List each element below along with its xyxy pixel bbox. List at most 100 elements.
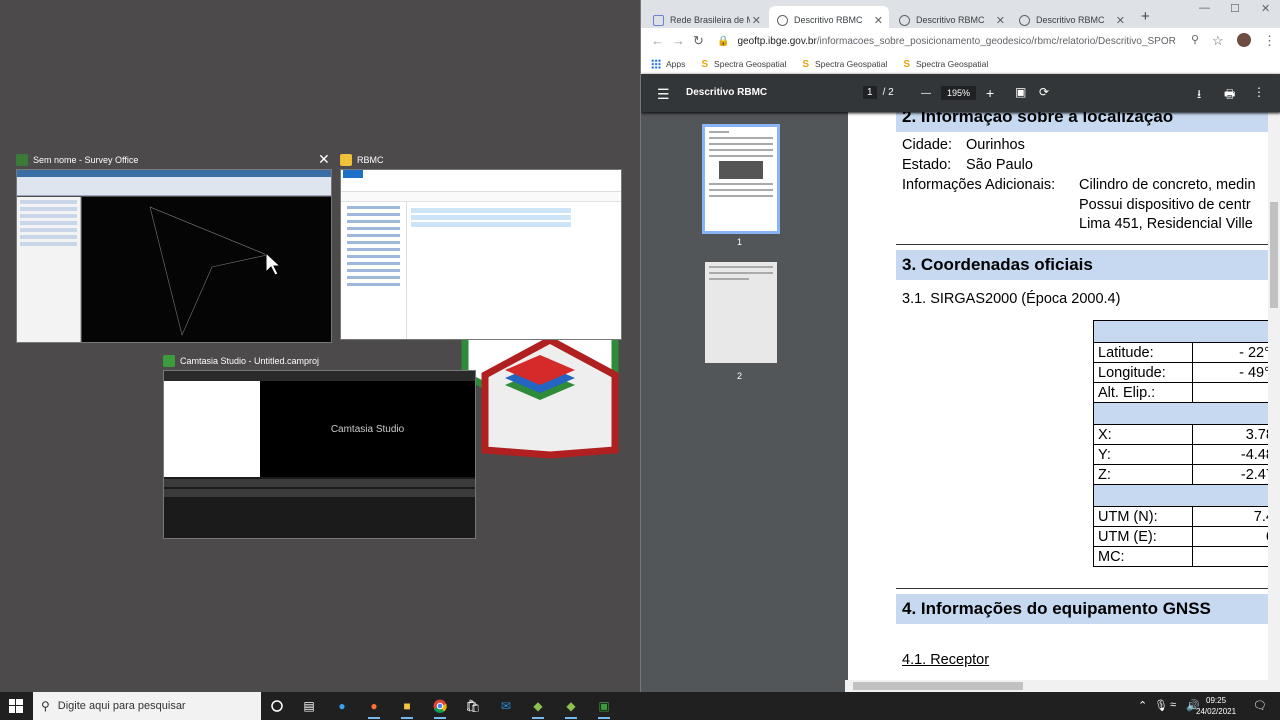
bookmarks-bar: Apps S Spectra Geospatial S Spectra Geos… (641, 54, 1280, 74)
url-host: geoftp.ibge.gov.br (737, 35, 817, 47)
pdf-toolbar: ☰ Descritivo RBMC 1 / 2 — 195% + ▣ ⟳ ⭳ 🖶… (641, 74, 1280, 112)
table-cell: -2.476 (1192, 464, 1280, 485)
forward-arrow-icon[interactable]: → (672, 33, 685, 48)
table-row: Longitude: - 49° 5 (1093, 362, 1280, 383)
window-preview (340, 169, 622, 340)
windows-start-icon[interactable] (8, 698, 24, 714)
zoom-in-icon[interactable]: + (986, 85, 994, 101)
window-title: RBMC (357, 155, 384, 165)
section-divider (896, 588, 1276, 589)
table-cell: - 49° 5 (1192, 362, 1280, 383)
apps-grid-icon (651, 59, 661, 69)
zoom-search-icon[interactable]: ⚲ (1191, 33, 1199, 46)
clock-date: 24/02/2021 (1196, 707, 1237, 716)
url-path: /informacoes_sobre_posicionamento_geodes… (816, 35, 1176, 47)
section-3-heading: 3. Coordenadas oficiais (896, 250, 1276, 280)
task-view-icon[interactable]: ▤ (301, 698, 317, 714)
table-header-row (1093, 402, 1280, 425)
page-thumbnail-label: 1 (737, 237, 743, 247)
chrome-icon[interactable] (432, 698, 448, 719)
minimize-button[interactable]: — (1199, 2, 1210, 14)
page-number-input[interactable]: 1 (863, 86, 877, 99)
close-tab-icon[interactable]: ✕ (874, 14, 883, 27)
close-tab-icon[interactable]: ✕ (996, 14, 1005, 27)
page-thumbnail-1[interactable] (702, 124, 780, 234)
search-placeholder: Digite aqui para pesquisar (57, 700, 186, 712)
table-cell: 61 (1192, 526, 1280, 547)
table-cell: X: (1093, 424, 1193, 445)
window-title-bar: RBMC (340, 151, 384, 169)
cidade-label: Cidade: (902, 137, 952, 153)
globe-icon (1019, 14, 1030, 26)
table-cell: Y: (1093, 444, 1193, 465)
table-cell: UTM (E): (1093, 526, 1193, 547)
window-title-bar: Sem nome - Survey Office (16, 151, 138, 169)
snap-window-explorer[interactable]: RBMC (340, 151, 622, 341)
bookmark-apps[interactable]: Apps (651, 59, 685, 69)
star-bookmark-icon[interactable]: ☆ (1212, 33, 1224, 49)
network-icon[interactable]: ≈ (1170, 699, 1176, 711)
camtasia-taskbar-icon[interactable]: ▣ (596, 698, 612, 719)
system-clock[interactable]: 09:25 24/02/2021 (1196, 695, 1236, 717)
snap-window-survey-office[interactable]: Sem nome - Survey Office ✕ (16, 151, 332, 344)
new-tab-button[interactable]: + (1141, 8, 1150, 25)
bookmark-spectra-2[interactable]: S Spectra Geospatial (802, 59, 887, 70)
clock-time: 09:25 (1206, 696, 1227, 705)
section-divider (896, 244, 1276, 245)
folder-icon (340, 154, 352, 166)
estado-value: São Paulo (966, 157, 1033, 173)
pdf-thumbnail-sidebar: 1 2 (641, 112, 841, 692)
close-icon[interactable]: ✕ (318, 152, 330, 166)
table-cell: Alt. Elip.: (1093, 382, 1193, 403)
window-title: Camtasia Studio - Untitled.camproj (180, 356, 320, 366)
table-cell (1192, 382, 1280, 403)
store-icon[interactable]: 🛍 (465, 698, 481, 714)
edge-icon[interactable]: ● (334, 698, 350, 714)
close-window-button[interactable]: ✕ (1261, 2, 1270, 15)
print-icon[interactable]: 🖶 (1224, 85, 1235, 106)
microphone-icon[interactable]: 🎙 (1154, 699, 1168, 712)
window-preview: Camtasia Studio (163, 370, 476, 539)
mail-icon[interactable]: ✉ (498, 698, 514, 714)
table-cell (1192, 546, 1280, 567)
cortana-icon[interactable] (269, 698, 285, 714)
show-hidden-icons-chevron[interactable]: ⌃ (1138, 699, 1147, 712)
fit-page-icon[interactable]: ▣ (1015, 85, 1026, 99)
more-options-icon[interactable]: ⋮ (1253, 85, 1265, 99)
close-tab-icon[interactable]: ✕ (1116, 14, 1125, 27)
bookmark-spectra-3[interactable]: S Spectra Geospatial (903, 59, 988, 70)
document-icon (653, 14, 664, 26)
rotate-icon[interactable]: ⟳ (1039, 85, 1049, 99)
zoom-out-icon[interactable]: — (921, 88, 931, 99)
pdf-viewer: 2. Informação sobre a localização Cidade… (841, 112, 1280, 692)
horizontal-scrollbar[interactable] (845, 680, 1269, 692)
coordinates-table: Latitude: - 22° 5 Longitude: - 49° 5 Alt. … (1093, 320, 1280, 567)
profile-avatar[interactable] (1237, 33, 1251, 47)
firefox-icon[interactable]: ● (366, 698, 382, 719)
table-row: X: 3.788 (1093, 424, 1280, 445)
more-menu-icon[interactable]: ⋮ (1263, 33, 1276, 49)
page-thumbnail-2[interactable] (705, 262, 777, 363)
hamburger-menu-icon[interactable]: ☰ (657, 86, 670, 103)
info-line: Lima 451, Residencial Ville (1079, 216, 1253, 232)
address-bar[interactable]: 🔒 geoftp.ibge.gov.br /informacoes_sobre_… (717, 32, 1177, 50)
table-cell: MC: (1093, 546, 1193, 567)
maximize-button[interactable]: ☐ (1230, 2, 1240, 15)
vertical-scrollbar[interactable] (1268, 112, 1280, 692)
download-icon[interactable]: ⭳ (1197, 85, 1201, 106)
spectra-logo-icon: S (701, 58, 709, 70)
close-tab-icon[interactable]: ✕ (752, 14, 761, 27)
snap-window-camtasia[interactable]: Camtasia Studio - Untitled.camproj Camta… (163, 352, 476, 542)
section-2-heading: 2. Informação sobre a localização (896, 112, 1276, 132)
notifications-icon[interactable]: 🗨 (1253, 699, 1267, 712)
survey-office-taskbar-icon[interactable]: ◆ (530, 698, 546, 719)
file-explorer-icon[interactable]: ■ (399, 698, 415, 719)
table-cell: -4.489 (1192, 444, 1280, 465)
bookmark-spectra-1[interactable]: S Spectra Geospatial (701, 59, 786, 70)
reload-icon[interactable]: ↻ (693, 33, 704, 49)
survey-plot-area (82, 197, 331, 342)
taskbar-search-box[interactable]: ⚲ Digite aqui para pesquisar (33, 692, 261, 720)
zoom-level-input[interactable]: 195% (941, 86, 977, 100)
survey-office-2-taskbar-icon[interactable]: ◆ (563, 698, 579, 719)
back-arrow-icon[interactable]: ← (651, 33, 664, 48)
